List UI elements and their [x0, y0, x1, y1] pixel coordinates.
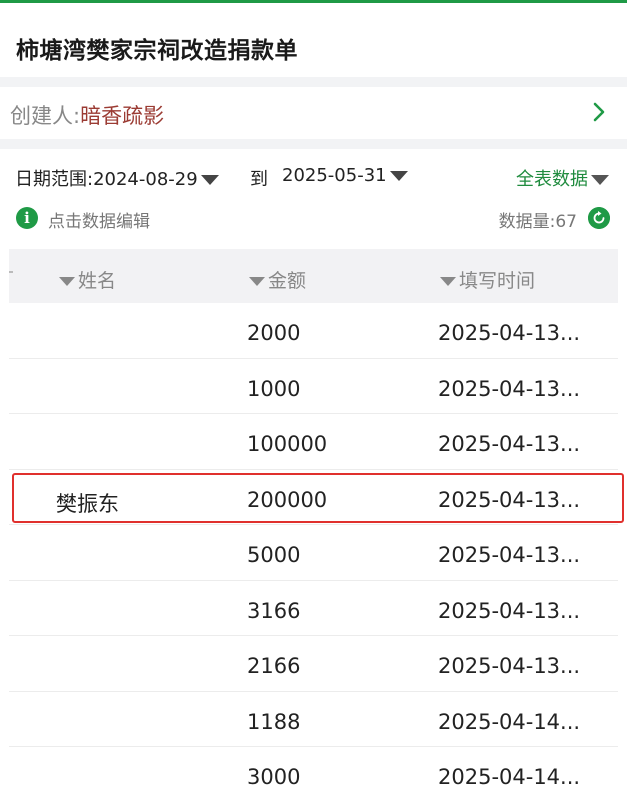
table-row[interactable]: 1188 2025-04-14...	[9, 692, 618, 747]
cell-amount: 200000	[247, 487, 328, 512]
table-row[interactable]: 100000 2025-04-13...	[9, 414, 618, 470]
cell-time: 2025-04-14...	[438, 765, 581, 789]
table-row[interactable]: 2166 2025-04-13...	[9, 636, 618, 692]
refresh-icon[interactable]	[588, 207, 610, 229]
edit-hint: 点击数据编辑	[48, 212, 150, 232]
sort-arrow-icon	[440, 277, 456, 286]
column-header-amount[interactable]: 金额	[249, 266, 306, 293]
section-divider	[0, 139, 627, 149]
record-count: 数据量:67	[498, 212, 577, 232]
page-title: 柿塘湾樊家宗祠改造捐款单	[16, 38, 298, 64]
header-marker	[9, 271, 13, 273]
date-end-label: 2025-05-31	[282, 165, 387, 186]
sort-arrow-icon	[59, 277, 75, 286]
date-start-label: 日期范围:2024-08-29	[15, 169, 198, 190]
title-bar: 柿塘湾樊家宗祠改造捐款单	[0, 3, 627, 77]
info-icon: i	[16, 207, 38, 229]
cell-amount: 1000	[247, 376, 301, 401]
column-header-name[interactable]: 姓名	[59, 266, 116, 293]
table-row[interactable]: 3000 2025-04-14...	[9, 747, 618, 792]
column-header-time[interactable]: 填写时间	[440, 266, 535, 293]
table-row[interactable]: 3166 2025-04-13...	[9, 581, 618, 636]
date-start-dropdown[interactable]: 日期范围:2024-08-29	[15, 165, 219, 191]
creator-row[interactable]: 创建人:暗香疏影	[0, 87, 627, 139]
table-row-highlighted[interactable]: 樊振东 200000 2025-04-13...	[9, 470, 618, 525]
creator-label-group: 创建人:暗香疏影	[10, 100, 164, 130]
cell-time: 2025-04-13...	[438, 543, 581, 567]
dropdown-arrow-icon	[591, 175, 609, 185]
section-divider	[0, 77, 627, 87]
table-row[interactable]: 1000 2025-04-13...	[9, 359, 618, 414]
cell-amount: 3000	[247, 765, 301, 789]
cell-amount: 3166	[247, 598, 301, 623]
to-label: 到	[250, 169, 268, 190]
dropdown-arrow-icon	[200, 175, 219, 185]
cell-amount: 2000	[247, 321, 301, 345]
cell-time: 2025-04-13...	[438, 432, 581, 456]
sort-arrow-icon	[249, 277, 265, 286]
cell-time: 2025-04-13...	[438, 376, 581, 401]
cell-time: 2025-04-13...	[438, 598, 581, 623]
column-header-amount-label: 金额	[268, 270, 307, 292]
all-data-dropdown[interactable]: 全表数据	[516, 165, 609, 191]
chevron-right-icon[interactable]	[588, 101, 610, 123]
column-header-name-label: 姓名	[78, 270, 117, 292]
cell-time: 2025-04-14...	[438, 709, 581, 734]
table-row[interactable]: 2000 2025-04-13...	[9, 303, 618, 359]
creator-label: 创建人:	[10, 104, 81, 128]
cell-amount: 5000	[247, 543, 301, 567]
table-header: 姓名 金额 填写时间	[9, 249, 618, 303]
date-end-dropdown[interactable]: 2025-05-31	[282, 165, 408, 186]
creator-name: 暗香疏影	[80, 104, 165, 128]
cell-time: 2025-04-13...	[438, 654, 581, 678]
filter-row: 日期范围:2024-08-29 到 2025-05-31 全表数据	[0, 149, 627, 201]
table-row[interactable]: 5000 2025-04-13...	[9, 525, 618, 581]
dropdown-arrow-icon	[389, 171, 408, 181]
cell-time: 2025-04-13...	[438, 487, 581, 512]
column-header-time-label: 填写时间	[459, 270, 536, 292]
cell-time: 2025-04-13...	[438, 321, 581, 345]
cell-amount: 1188	[247, 709, 301, 734]
cell-amount: 100000	[247, 432, 328, 456]
all-data-label: 全表数据	[516, 169, 588, 190]
cell-name: 樊振东	[56, 491, 119, 516]
table-body: 2000 2025-04-13... 1000 2025-04-13... 10…	[9, 303, 618, 792]
info-row: i 点击数据编辑 数据量:67	[0, 201, 627, 241]
cell-amount: 2166	[247, 654, 301, 678]
